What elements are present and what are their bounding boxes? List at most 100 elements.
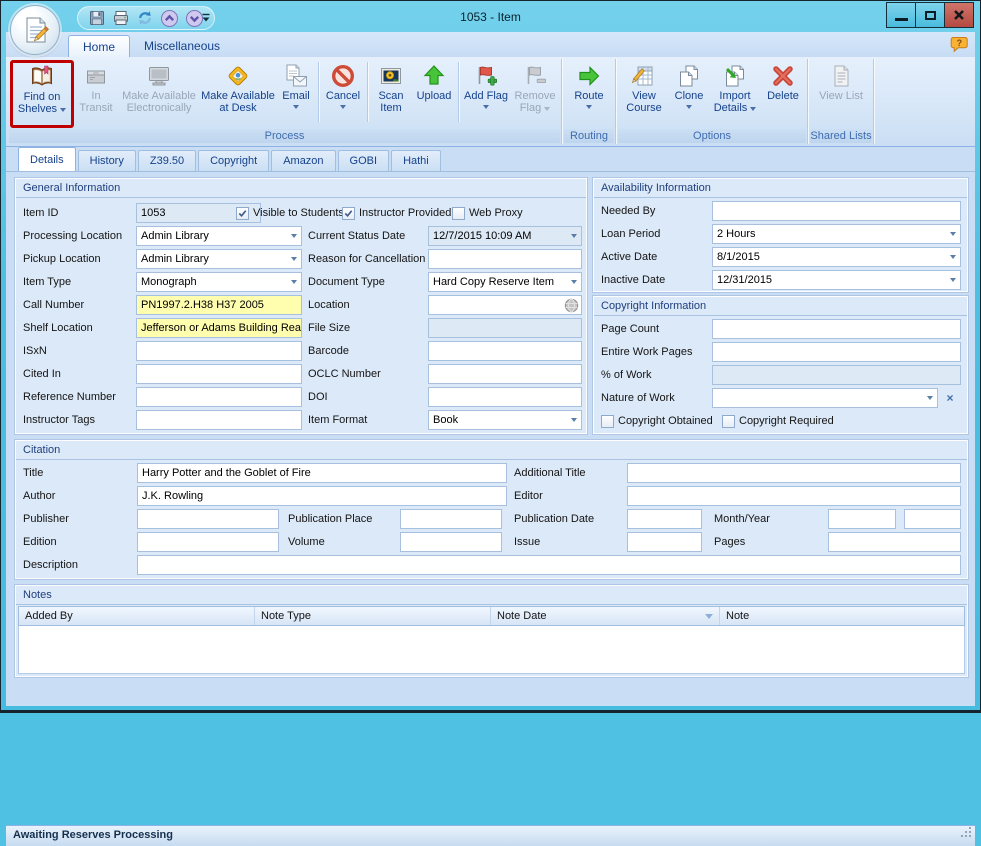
- delete-button[interactable]: Delete: [761, 60, 805, 126]
- editor-field[interactable]: [627, 486, 961, 506]
- import-details-button[interactable]: Import Details: [709, 60, 761, 126]
- nature-of-work-select[interactable]: [712, 388, 938, 408]
- group-title: Availability Information: [594, 179, 967, 198]
- tab-hathi[interactable]: Hathi: [391, 150, 441, 171]
- copyright-required-checkbox[interactable]: [722, 415, 735, 428]
- needed-by-field[interactable]: [712, 201, 961, 221]
- tab-amazon[interactable]: Amazon: [271, 150, 335, 171]
- description-field[interactable]: [137, 555, 961, 575]
- document-type-select[interactable]: Hard Copy Reserve Item: [428, 272, 582, 292]
- inactive-date-select[interactable]: 12/31/2015: [712, 270, 961, 290]
- ribbon-group-label: Process: [9, 129, 560, 143]
- active-date-select[interactable]: 8/1/2015: [712, 247, 961, 267]
- pickup-location-select[interactable]: Admin Library: [136, 249, 302, 269]
- document-type-label: Document Type: [308, 272, 385, 292]
- email-button[interactable]: Email: [276, 60, 316, 126]
- application-menu-button[interactable]: [10, 5, 60, 55]
- barcode-field[interactable]: [428, 341, 582, 361]
- maximize-button[interactable]: [915, 2, 945, 28]
- processing-location-label: Processing Location: [23, 226, 122, 246]
- find-on-shelves-button[interactable]: Find on Shelves: [10, 60, 74, 128]
- volume-field[interactable]: [400, 532, 502, 552]
- column-header-note-type[interactable]: Note Type: [255, 607, 491, 625]
- edition-label: Edition: [23, 532, 57, 552]
- column-header-note[interactable]: Note: [720, 607, 964, 625]
- tab-details[interactable]: Details: [18, 147, 76, 171]
- minimize-button[interactable]: [886, 2, 916, 28]
- current-status-date-select[interactable]: 12/7/2015 10:09 AM: [428, 226, 582, 246]
- shelf-location-field[interactable]: Jefferson or Adams Building Readi: [136, 318, 302, 338]
- gold-diamond-book-icon: [225, 63, 251, 89]
- add-flag-button[interactable]: Add Flag: [461, 60, 511, 126]
- page-count-field[interactable]: [712, 319, 961, 339]
- item-format-select[interactable]: Book: [428, 410, 582, 430]
- route-button[interactable]: Route: [565, 60, 613, 126]
- copyright-obtained-checkbox[interactable]: [601, 415, 614, 428]
- cited-in-field[interactable]: [136, 364, 302, 384]
- processing-location-select[interactable]: Admin Library: [136, 226, 302, 246]
- ribbon-tab-miscellaneous[interactable]: Miscellaneous: [130, 35, 234, 57]
- publisher-label: Publisher: [23, 509, 69, 529]
- tab-history[interactable]: History: [78, 150, 136, 171]
- loan-period-select[interactable]: 2 Hours: [712, 224, 961, 244]
- item-type-select[interactable]: Monograph: [136, 272, 302, 292]
- author-field[interactable]: J.K. Rowling: [137, 486, 507, 506]
- entire-work-pages-field[interactable]: [712, 342, 961, 362]
- tab-copyright[interactable]: Copyright: [198, 150, 269, 171]
- clone-button[interactable]: Clone: [669, 60, 709, 126]
- scan-item-button[interactable]: Scan Item: [370, 60, 412, 126]
- title-label: Title: [23, 463, 43, 483]
- help-button[interactable]: ?: [950, 36, 969, 59]
- instructor-tags-field[interactable]: [136, 410, 302, 430]
- additional-title-field[interactable]: [627, 463, 961, 483]
- issue-field[interactable]: [627, 532, 702, 552]
- cancel-prohibition-icon: [330, 63, 356, 89]
- column-header-note-date[interactable]: Note Date: [491, 607, 720, 625]
- group-title: General Information: [16, 179, 586, 198]
- reason-for-cancellation-field[interactable]: [428, 249, 582, 269]
- visible-to-students-checkbox[interactable]: [236, 207, 249, 220]
- ribbon-tab-strip: Home Miscellaneous ?: [6, 32, 975, 57]
- web-proxy-checkbox[interactable]: [452, 207, 465, 220]
- oclc-number-field[interactable]: [428, 364, 582, 384]
- close-button[interactable]: [944, 2, 974, 28]
- call-number-field[interactable]: PN1997.2.H38 H37 2005: [136, 295, 302, 315]
- column-header-added-by[interactable]: Added By: [19, 607, 255, 625]
- resize-grip[interactable]: [960, 826, 973, 844]
- publisher-field[interactable]: [137, 509, 279, 529]
- year-field[interactable]: [904, 509, 961, 529]
- additional-title-label: Additional Title: [514, 463, 586, 483]
- globe-icon[interactable]: [564, 298, 579, 315]
- route-arrow-icon: [576, 63, 602, 89]
- upload-button[interactable]: Upload: [412, 60, 456, 126]
- item-type-label: Item Type: [23, 272, 71, 292]
- doi-field[interactable]: [428, 387, 582, 407]
- cancel-button[interactable]: Cancel: [321, 60, 365, 126]
- dropdown-caret-icon: [60, 108, 66, 112]
- dropdown-caret-icon: [586, 105, 592, 109]
- title-field[interactable]: Harry Potter and the Goblet of Fire: [137, 463, 507, 483]
- reason-for-cancellation-label: Reason for Cancellation: [308, 249, 425, 269]
- isxn-field[interactable]: [136, 341, 302, 361]
- tab-gobi[interactable]: GOBI: [338, 150, 390, 171]
- view-course-button[interactable]: View Course: [619, 60, 669, 126]
- make-available-at-desk-button[interactable]: Make Available at Desk: [200, 60, 276, 126]
- ribbon-tab-home[interactable]: Home: [68, 35, 130, 57]
- publication-place-field[interactable]: [400, 509, 502, 529]
- location-field[interactable]: [428, 295, 582, 315]
- pages-field[interactable]: [828, 532, 961, 552]
- tab-z3950[interactable]: Z39.50: [138, 150, 196, 171]
- month-field[interactable]: [828, 509, 896, 529]
- issue-label: Issue: [514, 532, 540, 552]
- checkbox-label: Visible to Students: [253, 207, 344, 219]
- ribbon-separator: [458, 62, 459, 122]
- reference-number-field[interactable]: [136, 387, 302, 407]
- clone-pages-icon: [676, 63, 702, 89]
- pickup-location-label: Pickup Location: [23, 249, 101, 269]
- instructor-provided-checkbox[interactable]: [342, 207, 355, 220]
- clear-x-icon[interactable]: ×: [943, 388, 957, 408]
- ribbon-group-label: Routing: [564, 129, 614, 143]
- publication-date-field[interactable]: [627, 509, 702, 529]
- edition-field[interactable]: [137, 532, 279, 552]
- notes-table-body[interactable]: [18, 626, 965, 674]
